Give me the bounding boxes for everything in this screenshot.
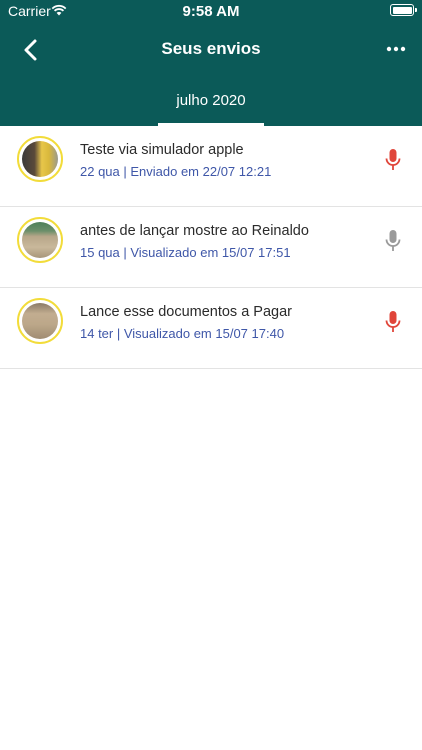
thumbnail-image <box>22 303 58 339</box>
tab-month-label: julho 2020 <box>176 92 246 109</box>
page-title: Seus envios <box>161 39 261 58</box>
list-item[interactable]: Lance esse documentos a Pagar 14 ter | V… <box>0 288 422 369</box>
status-bar: Carrier 9:58 AM <box>0 0 422 22</box>
microphone-icon[interactable] <box>384 148 402 172</box>
item-subtitle: 14 ter | Visualizado em 15/07 17:40 <box>80 326 285 341</box>
battery-icon <box>390 4 417 16</box>
item-title: Teste via simulador apple <box>80 142 244 158</box>
item-title: Lance esse documentos a Pagar <box>80 304 292 320</box>
clock: 9:58 AM <box>182 3 240 20</box>
list-item[interactable]: antes de lançar mostre ao Reinaldo 15 qu… <box>0 207 422 288</box>
nav-bar: Seus envios <box>0 28 422 72</box>
tab-month[interactable]: julho 2020 <box>158 92 264 126</box>
avatar <box>17 298 63 344</box>
header: Carrier 9:58 AM Seus envios julho 2020 <box>0 0 422 126</box>
item-title: antes de lançar mostre ao Reinaldo <box>80 223 309 239</box>
item-subtitle: 15 qua | Visualizado em 15/07 17:51 <box>80 245 291 260</box>
avatar <box>17 217 63 263</box>
thumbnail-image <box>22 222 58 258</box>
microphone-icon[interactable] <box>384 229 402 253</box>
ellipsis-icon[interactable] <box>384 37 408 61</box>
item-subtitle: 22 qua | Enviado em 22/07 12:21 <box>80 164 272 179</box>
thumbnail-image <box>22 141 58 177</box>
avatar <box>17 136 63 182</box>
list-item[interactable]: Teste via simulador apple 22 qua | Envia… <box>0 126 422 207</box>
microphone-icon[interactable] <box>384 310 402 334</box>
sent-list: Teste via simulador apple 22 qua | Envia… <box>0 126 422 369</box>
